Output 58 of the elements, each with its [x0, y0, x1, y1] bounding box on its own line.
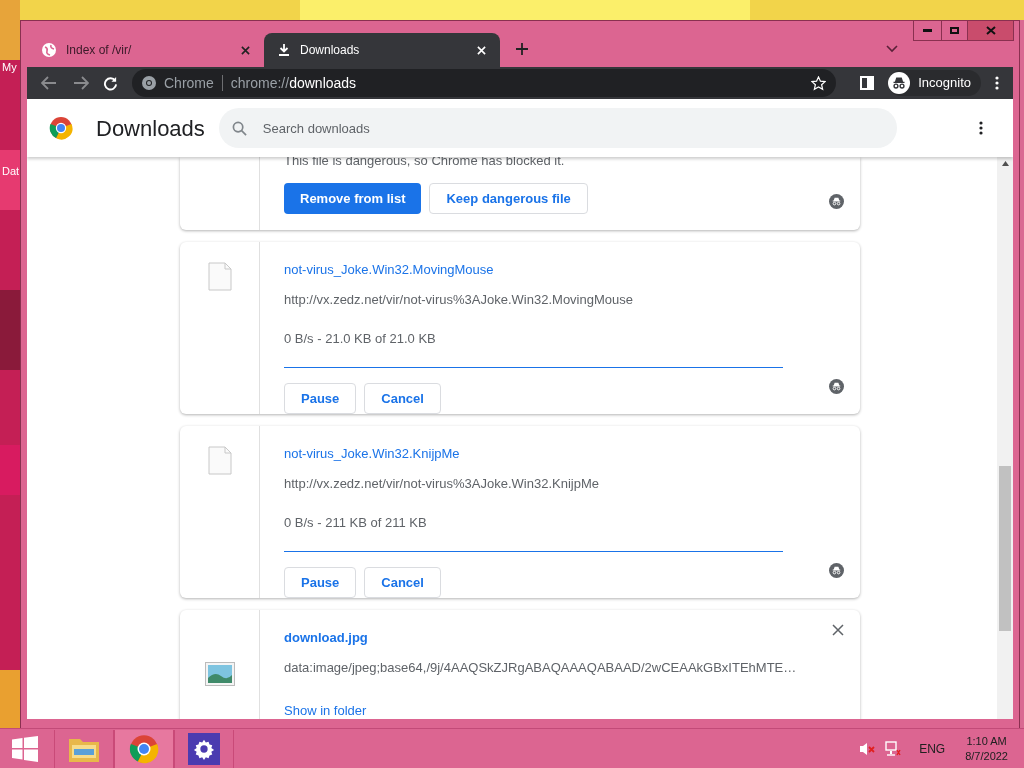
language-indicator[interactable]: ENG [919, 739, 946, 758]
search-field[interactable]: Search downloads [218, 108, 897, 148]
page-title: Downloads [96, 114, 205, 143]
download-icon [278, 44, 290, 56]
file-name-link[interactable]: download.jpg [284, 628, 368, 648]
scrollbar[interactable] [997, 157, 1013, 719]
chevron-down-icon[interactable] [886, 45, 898, 53]
tab-title: Downloads [300, 42, 361, 59]
more-menu-icon[interactable] [979, 121, 983, 135]
incognito-icon [888, 72, 911, 94]
incognito-profile-button[interactable]: Incognito [888, 70, 981, 96]
close-icon[interactable] [241, 45, 250, 55]
site-label: Chrome [164, 73, 214, 93]
file-icon [207, 262, 232, 291]
windows-start-icon[interactable] [12, 735, 38, 762]
reload-icon[interactable] [103, 75, 118, 91]
more-menu-icon[interactable] [995, 76, 999, 90]
scroll-up-icon[interactable] [1001, 161, 1009, 166]
outline-button[interactable]: Pause [284, 567, 357, 598]
source-url: http://vx.zedz.net/vir/not-virus%3AJoke.Win32.MovingMouse [284, 290, 634, 309]
close-button[interactable] [968, 21, 1013, 40]
network-icon[interactable] [885, 740, 902, 757]
taskbar-app-button[interactable] [174, 729, 234, 768]
scrollbar-thumb[interactable] [999, 466, 1011, 631]
image-file-icon [204, 662, 235, 686]
source-url: http://vx.zedz.net/vir/not-virus%3AJoke.Win32.KnijpMe [284, 474, 601, 493]
file-name-link[interactable]: not-virus_Joke.Win32.MovingMouse [284, 260, 494, 280]
desktop-icon-label[interactable]: My [2, 59, 17, 76]
primary-button[interactable]: Remove from list [284, 183, 422, 214]
file-icon [207, 446, 232, 475]
back-icon[interactable] [41, 76, 57, 90]
chrome-logo-icon [49, 116, 73, 140]
show-in-folder-link[interactable]: Show in folder [284, 701, 367, 719]
progress-status: 0 B/s - 21.0 KB of 21.0 KB [284, 330, 437, 348]
outline-button[interactable]: Keep dangerous file [429, 183, 588, 214]
address-bar[interactable]: Chrome chrome://downloads [132, 69, 837, 97]
outline-button[interactable]: Pause [284, 383, 357, 414]
progress-status: 0 B/s - 211 KB of 211 KB [284, 514, 428, 532]
search-icon [231, 121, 247, 136]
settings-icon [188, 732, 220, 765]
clock[interactable]: 1:10 AM 8/7/2022 [965, 733, 1008, 764]
browser-tab[interactable]: Downloads [264, 33, 500, 67]
side-panel-icon[interactable] [860, 76, 875, 90]
chrome-icon [129, 733, 159, 764]
muted-speaker-icon[interactable] [859, 740, 876, 757]
file-name-link[interactable]: not-virus_Joke.Win32.KnijpMe [284, 444, 460, 464]
new-tab-icon[interactable] [516, 43, 528, 55]
url-text: chrome://downloads [230, 73, 357, 93]
outline-button[interactable]: Cancel [364, 567, 441, 598]
star-icon[interactable] [811, 75, 827, 91]
tab-title: Index of /vir/ [66, 42, 133, 59]
chrome-badge-icon [142, 76, 156, 90]
close-icon[interactable] [832, 624, 844, 636]
outline-button[interactable]: Cancel [364, 383, 441, 414]
source-url: data:image/jpeg;base64,/9j/4AAQSkZJRgABAQAAAQABAAD/2wCEAAkGBxITEhMTE… [284, 658, 798, 677]
browser-tab[interactable]: Index of /vir/ [28, 33, 264, 67]
forward-icon[interactable] [73, 76, 89, 90]
globe-icon [42, 43, 56, 57]
